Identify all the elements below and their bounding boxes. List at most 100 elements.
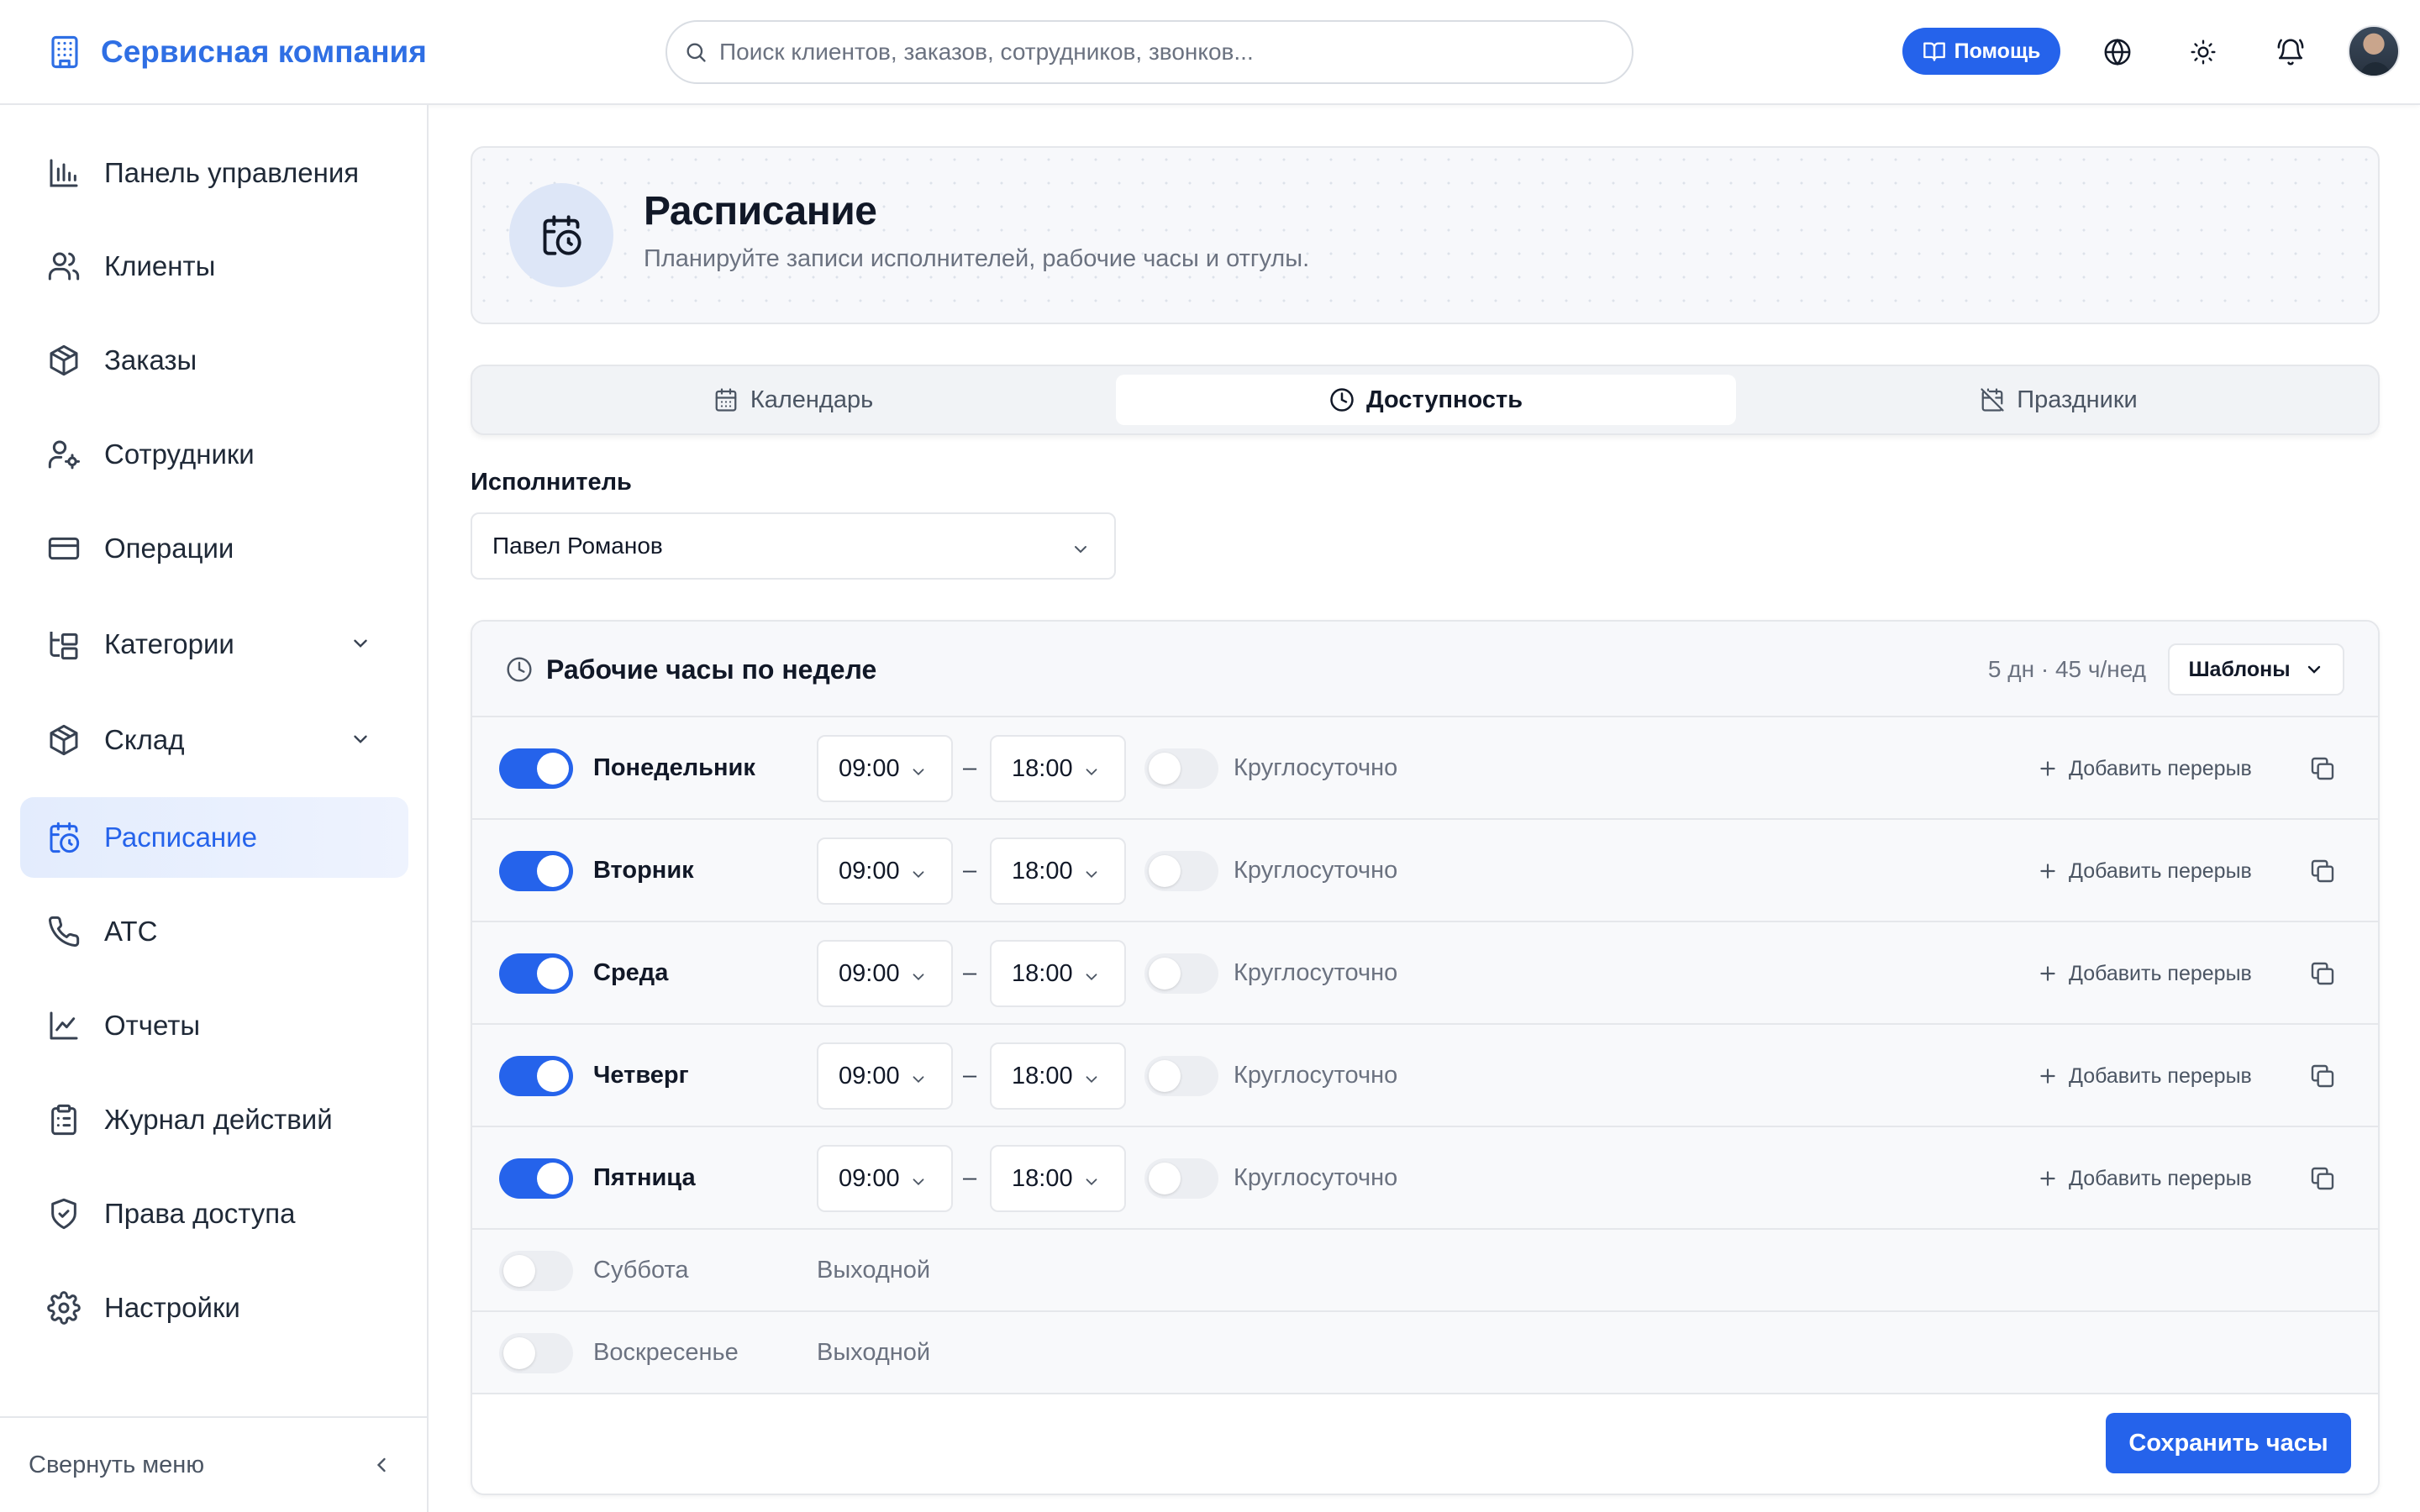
chevron-down-icon (909, 1070, 928, 1089)
end-time-select[interactable]: 18:00 (990, 837, 1126, 905)
clipboard-list-icon (47, 1103, 81, 1137)
sidebar-item-dashboard[interactable]: Панель управления (20, 133, 408, 213)
allday-toggle[interactable] (1144, 748, 1218, 789)
copy-hours-button[interactable] (2304, 1058, 2341, 1095)
help-button[interactable]: Помощь (1902, 28, 2060, 75)
tab-calendar[interactable]: Календарь (481, 375, 1106, 425)
chevron-down-icon (350, 728, 371, 750)
start-time-select[interactable]: 09:00 (817, 1042, 953, 1110)
working-hours-title: Рабочие часы по неделе (506, 622, 876, 717)
day-enabled-toggle[interactable] (499, 1333, 573, 1373)
time-separator: – (963, 959, 977, 986)
search-input[interactable] (719, 39, 1560, 66)
add-break-button[interactable]: Добавить перерыв (2037, 752, 2252, 785)
sidebar-item-label: Панель управления (104, 157, 360, 188)
bar-chart-icon (47, 156, 81, 190)
add-break-button[interactable]: Добавить перерыв (2037, 957, 2252, 990)
copy-hours-button[interactable] (2304, 955, 2341, 992)
chevron-down-icon (1082, 1070, 1101, 1089)
sidebar-item-activity-log[interactable]: Журнал действий (20, 1079, 408, 1160)
sidebar-item-access-rights[interactable]: Права доступа (20, 1173, 408, 1254)
copy-hours-button[interactable] (2304, 750, 2341, 787)
day-enabled-toggle[interactable] (499, 748, 573, 789)
start-time-select[interactable]: 09:00 (817, 735, 953, 802)
chevron-down-icon (2304, 659, 2324, 680)
save-hours-button[interactable]: Сохранить часы (2106, 1413, 2351, 1473)
copy-hours-button[interactable] (2304, 1160, 2341, 1197)
sidebar-item-employees[interactable]: Сотрудники (20, 414, 408, 495)
end-time-select[interactable]: 18:00 (990, 735, 1126, 802)
tab-availability[interactable]: Доступность (1116, 375, 1736, 425)
sidebar-item-clients[interactable]: Клиенты (20, 226, 408, 307)
copy-hours-button[interactable] (2304, 853, 2341, 890)
plus-icon (2037, 758, 2059, 780)
day-enabled-toggle[interactable] (499, 953, 573, 994)
sidebar-item-orders[interactable]: Заказы (20, 320, 408, 401)
sidebar-item-pbx[interactable]: АТС (20, 891, 408, 972)
clock-icon (506, 656, 533, 683)
brand[interactable]: Сервисная компания (47, 29, 427, 76)
day-name: Вторник (593, 857, 694, 884)
day-row: Среда 09:00–18:00 Круглосуточно Добавить пе… (472, 922, 2378, 1025)
time-separator: – (963, 754, 977, 781)
hours-summary: 5 дн · 45 ч/нед (1987, 656, 2146, 682)
day-name: Воскресенье (593, 1339, 739, 1366)
start-time-select[interactable]: 09:00 (817, 1145, 953, 1212)
day-row: Суббота Выходной (472, 1230, 2378, 1312)
global-search[interactable] (666, 20, 1634, 84)
day-row: Пятница 09:00–18:00 Круглосуточно Добавить … (472, 1127, 2378, 1230)
line-chart-icon (47, 1009, 81, 1042)
theme-toggle-button[interactable] (2183, 32, 2223, 72)
end-time-select[interactable]: 18:00 (990, 940, 1126, 1007)
calendar-off-icon (1980, 387, 2005, 412)
time-separator: – (963, 857, 977, 884)
chevron-down-icon (1082, 865, 1101, 884)
tab-holidays[interactable]: Праздники (1746, 375, 2371, 425)
plus-icon (2037, 1168, 2059, 1189)
sidebar-item-reports[interactable]: Отчеты (20, 985, 408, 1066)
chevron-down-icon (909, 1173, 928, 1191)
day-enabled-toggle[interactable] (499, 1056, 573, 1096)
add-break-button[interactable]: Добавить перерыв (2037, 854, 2252, 888)
add-break-button[interactable]: Добавить перерыв (2037, 1059, 2252, 1093)
allday-toggle[interactable] (1144, 1056, 1218, 1096)
start-time-select[interactable]: 09:00 (817, 940, 953, 1007)
sidebar-item-label: Отчеты (104, 1010, 201, 1041)
templates-dropdown[interactable]: Шаблоны (2168, 643, 2344, 696)
start-time-select[interactable]: 09:00 (817, 837, 953, 905)
help-label: Помощь (1954, 39, 2041, 63)
language-button[interactable] (2097, 32, 2138, 72)
day-enabled-toggle[interactable] (499, 1251, 573, 1291)
sidebar: Панель управления Клиенты Заказы Сотрудн… (0, 105, 429, 1512)
day-enabled-toggle[interactable] (499, 851, 573, 891)
sidebar-item-settings[interactable]: Настройки (20, 1268, 408, 1348)
day-row: Четверг 09:00–18:00 Круглосуточно Добавить … (472, 1025, 2378, 1127)
end-time-select[interactable]: 18:00 (990, 1145, 1126, 1212)
chevron-down-icon (350, 633, 371, 654)
day-enabled-toggle[interactable] (499, 1158, 573, 1199)
allday-toggle[interactable] (1144, 851, 1218, 891)
sidebar-item-categories[interactable]: Категории (20, 604, 408, 685)
allday-toggle[interactable] (1144, 953, 1218, 994)
copy-icon (2309, 1165, 2336, 1192)
sidebar-item-schedule[interactable]: Расписание (20, 797, 408, 878)
package-icon (47, 344, 81, 377)
sidebar-item-operations[interactable]: Операции (20, 508, 408, 589)
allday-label: Круглосуточно (1234, 959, 1398, 986)
allday-toggle[interactable] (1144, 1158, 1218, 1199)
performer-select[interactable]: Павел Романов (471, 512, 1116, 580)
sidebar-item-warehouse[interactable]: Склад (20, 700, 408, 780)
package-icon (47, 723, 81, 757)
avatar[interactable] (2348, 25, 2400, 77)
notifications-button[interactable] (2270, 32, 2311, 72)
day-name: Суббота (593, 1257, 689, 1284)
day-name: Четверг (593, 1062, 689, 1089)
copy-icon (2309, 858, 2336, 885)
folder-tree-icon (47, 627, 81, 661)
collapse-menu-button[interactable]: Свернуть меню (0, 1416, 427, 1512)
working-hours-header: Рабочие часы по неделе 5 дн · 45 ч/нед Ш… (472, 622, 2378, 717)
end-time-select[interactable]: 18:00 (990, 1042, 1126, 1110)
sidebar-item-label: Клиенты (104, 250, 216, 281)
sidebar-item-label: Расписание (104, 822, 257, 853)
add-break-button[interactable]: Добавить перерыв (2037, 1162, 2252, 1195)
